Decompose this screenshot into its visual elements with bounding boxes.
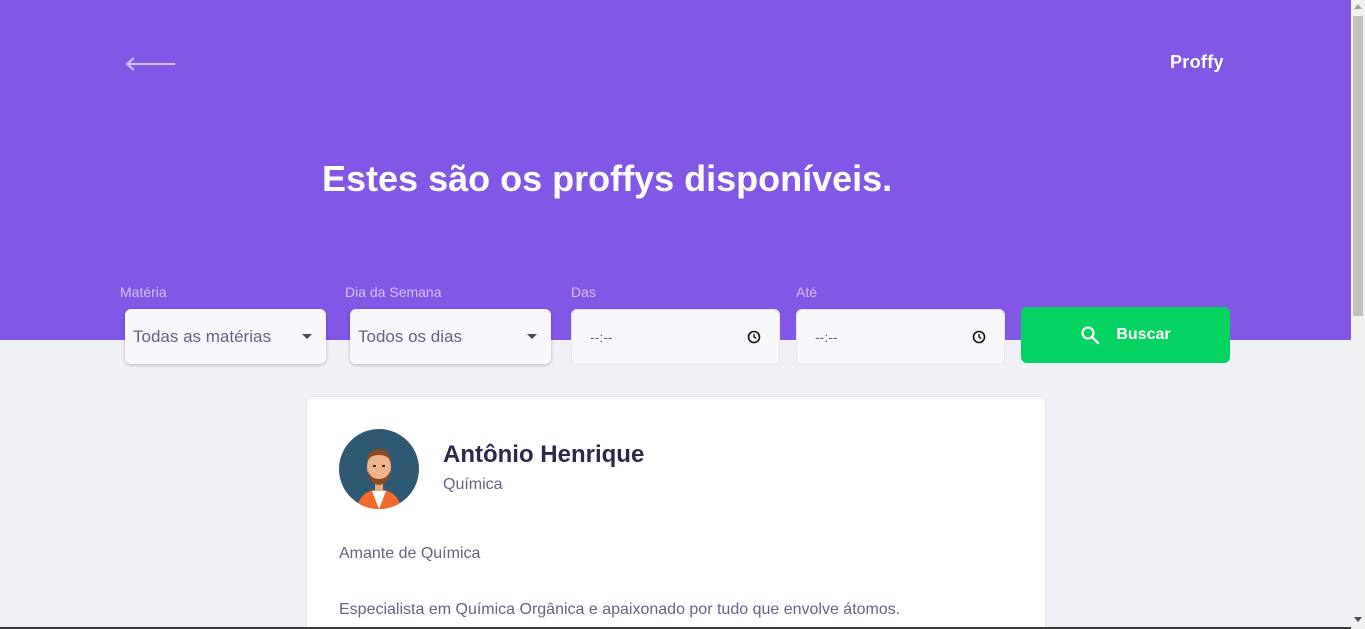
subject-select-value: Todas as matérias [133, 326, 271, 346]
chevron-down-icon [527, 334, 537, 339]
avatar [339, 429, 419, 509]
page-header: Proffy Estes são os proffys disponíveis. [0, 0, 1351, 340]
vertical-scrollbar[interactable] [1351, 0, 1365, 629]
to-time-input[interactable]: --:-- [796, 309, 1005, 365]
page-title: Estes são os proffys disponíveis. [322, 158, 893, 199]
teacher-avatar-icon [339, 429, 419, 509]
teacher-bio-line: Amante de Química [339, 545, 481, 562]
to-time-value: --:-- [815, 329, 838, 345]
search-button-label: Buscar [1116, 326, 1171, 343]
back-arrow-icon[interactable] [125, 55, 177, 73]
clock-icon[interactable] [972, 330, 986, 344]
teacher-bio-line: Especialista em Química Orgânica e apaix… [339, 601, 901, 618]
from-time-input[interactable]: --:-- [571, 309, 780, 365]
from-time-label: Das [571, 284, 596, 300]
scroll-down-icon[interactable] [1354, 617, 1362, 622]
logo: Proffy [1170, 52, 1224, 72]
weekday-select-value: Todos os dias [358, 326, 462, 346]
chevron-down-icon [302, 334, 312, 339]
teacher-subject: Química [443, 476, 503, 493]
search-icon [1081, 326, 1100, 345]
scroll-up-icon[interactable] [1354, 4, 1362, 9]
teacher-card: Antônio Henrique Química Amante de Quími… [306, 396, 1046, 629]
search-button[interactable]: Buscar [1021, 307, 1230, 363]
from-time-value: --:-- [590, 329, 613, 345]
clock-icon[interactable] [747, 330, 761, 344]
to-time-label: Até [796, 284, 818, 300]
scrollbar-thumb[interactable] [1353, 16, 1363, 316]
weekday-select[interactable]: Todos os dias [350, 309, 551, 364]
weekday-label: Dia da Semana [345, 284, 442, 300]
subject-select[interactable]: Todas as matérias [125, 309, 326, 364]
subject-label: Matéria [120, 284, 167, 300]
teacher-name: Antônio Henrique [443, 441, 645, 468]
